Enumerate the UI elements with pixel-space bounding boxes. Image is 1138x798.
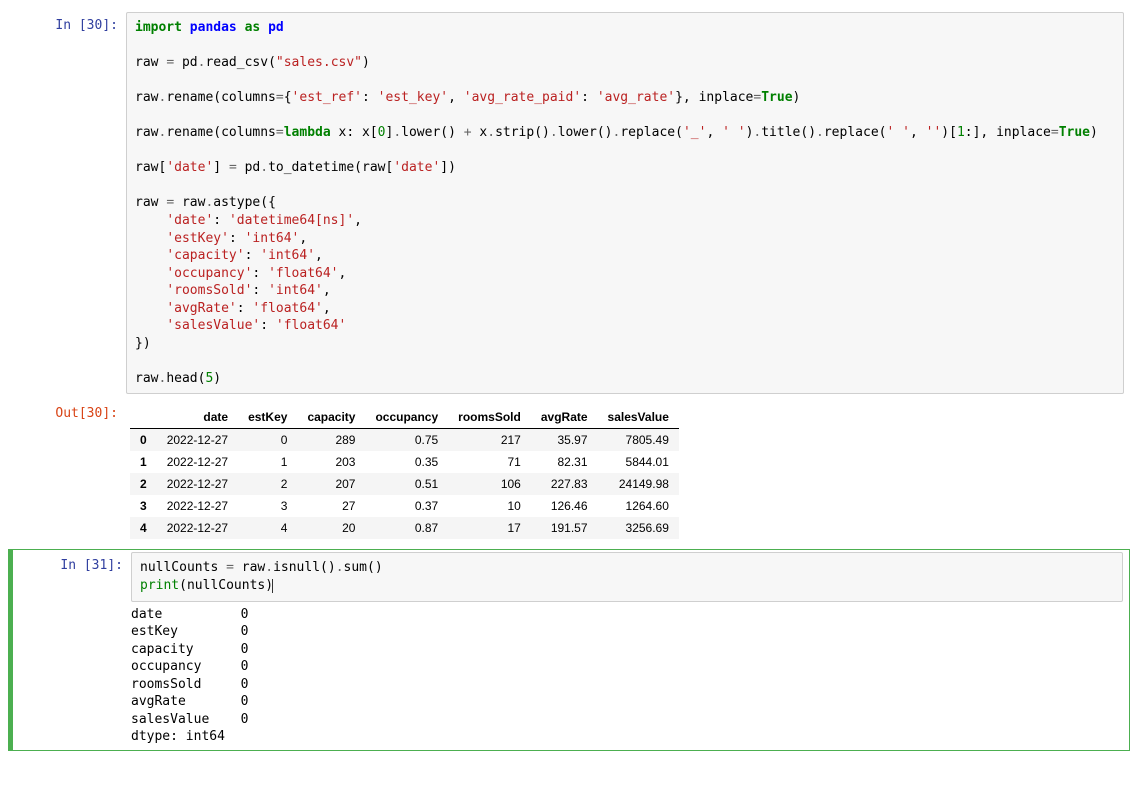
df-cell: 0.37: [365, 495, 448, 517]
df-cell: 1264.60: [598, 495, 679, 517]
df-cell: 191.57: [531, 517, 598, 539]
df-row-index: 4: [130, 517, 157, 539]
df-row-index: 3: [130, 495, 157, 517]
in-prompt: In [31]:: [13, 552, 131, 747]
table-row: 32022-12-273270.3710126.461264.60: [130, 495, 679, 517]
df-index-header: [130, 406, 157, 429]
df-col-header: roomsSold: [448, 406, 531, 429]
stdout-output: date 0 estKey 0 capacity 0 occupancy 0 r…: [131, 602, 1123, 748]
df-col-header: avgRate: [531, 406, 598, 429]
df-cell: 71: [448, 451, 531, 473]
code-cell-30[interactable]: In [30]: import pandas as pd raw = pd.re…: [8, 10, 1130, 396]
output-cell-30: Out[30]: dateestKeycapacityoccupancyroom…: [8, 398, 1130, 547]
df-col-header: salesValue: [598, 406, 679, 429]
df-cell: 2022-12-27: [157, 517, 238, 539]
df-cell: 1: [238, 451, 297, 473]
df-cell: 289: [297, 429, 365, 452]
df-cell: 0.75: [365, 429, 448, 452]
code-editor[interactable]: import pandas as pd raw = pd.read_csv("s…: [135, 19, 1115, 387]
df-col-header: occupancy: [365, 406, 448, 429]
df-cell: 10: [448, 495, 531, 517]
df-cell: 24149.98: [598, 473, 679, 495]
df-col-header: capacity: [297, 406, 365, 429]
out-prompt: Out[30]:: [8, 400, 126, 545]
df-cell: 3: [238, 495, 297, 517]
df-row-index: 0: [130, 429, 157, 452]
code-editor[interactable]: nullCounts = raw.isnull().sum() print(nu…: [140, 559, 1114, 594]
df-cell: 35.97: [531, 429, 598, 452]
df-col-header: date: [157, 406, 238, 429]
df-cell: 227.83: [531, 473, 598, 495]
table-row: 42022-12-274200.8717191.573256.69: [130, 517, 679, 539]
df-cell: 106: [448, 473, 531, 495]
df-cell: 0.51: [365, 473, 448, 495]
df-cell: 27: [297, 495, 365, 517]
df-cell: 203: [297, 451, 365, 473]
in-prompt: In [30]:: [8, 12, 126, 394]
df-cell: 2022-12-27: [157, 495, 238, 517]
code-input-area[interactable]: nullCounts = raw.isnull().sum() print(nu…: [131, 552, 1123, 601]
table-row: 22022-12-2722070.51106227.8324149.98: [130, 473, 679, 495]
df-cell: 126.46: [531, 495, 598, 517]
df-cell: 5844.01: [598, 451, 679, 473]
df-cell: 4: [238, 517, 297, 539]
df-cell: 2022-12-27: [157, 473, 238, 495]
df-row-index: 1: [130, 451, 157, 473]
dataframe-output: dateestKeycapacityoccupancyroomsSoldavgR…: [130, 406, 679, 539]
df-cell: 20: [297, 517, 365, 539]
df-cell: 2022-12-27: [157, 451, 238, 473]
df-cell: 0: [238, 429, 297, 452]
df-cell: 217: [448, 429, 531, 452]
df-row-index: 2: [130, 473, 157, 495]
df-cell: 2: [238, 473, 297, 495]
table-row: 12022-12-2712030.357182.315844.01: [130, 451, 679, 473]
df-cell: 0.87: [365, 517, 448, 539]
df-cell: 2022-12-27: [157, 429, 238, 452]
df-cell: 3256.69: [598, 517, 679, 539]
df-cell: 0.35: [365, 451, 448, 473]
table-row: 02022-12-2702890.7521735.977805.49: [130, 429, 679, 452]
code-input-area[interactable]: import pandas as pd raw = pd.read_csv("s…: [126, 12, 1124, 394]
df-col-header: estKey: [238, 406, 297, 429]
code-cell-31-selected[interactable]: In [31]: nullCounts = raw.isnull().sum()…: [8, 549, 1130, 750]
df-cell: 7805.49: [598, 429, 679, 452]
df-cell: 17: [448, 517, 531, 539]
df-cell: 207: [297, 473, 365, 495]
df-cell: 82.31: [531, 451, 598, 473]
